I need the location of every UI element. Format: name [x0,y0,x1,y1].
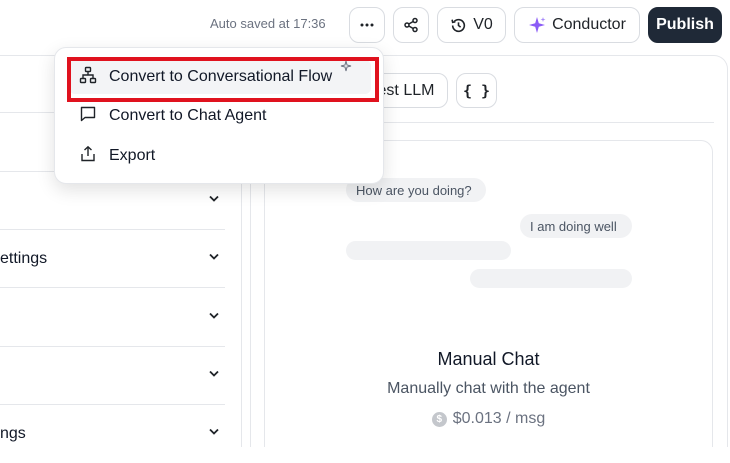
version-label: V0 [473,16,493,33]
settings-row[interactable] [0,289,225,347]
menu-item-convert-chat-agent[interactable]: Convert to Chat Agent [69,99,371,133]
share-button[interactable] [393,7,429,43]
more-options-button[interactable] [349,7,385,43]
json-view-button[interactable]: { } [456,73,497,108]
share-icon [403,17,419,33]
chevron-down-icon[interactable] [207,425,221,444]
manual-chat-card[interactable] [264,140,713,447]
autosave-status: Auto saved at 17:36 [210,16,326,31]
more-horizontal-icon [359,17,375,33]
sparkle-icon [340,59,352,77]
menu-item-label: Export [109,147,156,164]
settings-row[interactable] [0,347,225,405]
history-icon [450,17,467,34]
export-icon [79,145,97,168]
price-text: $0.013 / msg [452,410,546,427]
chat-bubble-icon [79,105,97,128]
settings-row[interactable]: ettings [0,230,225,288]
settings-row-label: ettings [0,249,48,267]
chat-bubble-agent: I am doing well [520,214,632,238]
more-options-menu: Convert to Conversational Flow Convert t… [54,47,384,184]
settings-row[interactable]: ngs [0,405,225,463]
settings-row-label: ngs [0,425,26,442]
coin-icon: $ [431,411,447,427]
menu-item-convert-conversational-flow[interactable]: Convert to Conversational Flow [69,60,371,94]
publish-button[interactable]: Publish [648,7,722,43]
sparkle-icon [528,16,546,34]
menu-item-export[interactable]: Export [69,139,371,173]
chevron-down-icon[interactable] [207,308,221,327]
menu-item-label: Convert to Chat Agent [109,107,267,124]
manual-chat-subtitle: Manually chat with the agent [387,380,590,397]
version-button[interactable]: V0 [437,7,506,43]
manual-chat-price: $ $0.013 / msg [264,410,713,428]
menu-item-label: Convert to Conversational Flow [109,68,333,85]
skeleton-line [346,241,511,260]
conductor-button[interactable]: Conductor [514,7,640,43]
conductor-label: Conductor [552,16,626,33]
chevron-down-icon[interactable] [207,249,221,268]
flow-tree-icon [79,66,97,89]
manual-chat-title: Manual Chat [437,349,540,369]
top-bar: Auto saved at 17:36 V0 Conductor Publish [0,0,730,48]
chevron-down-icon[interactable] [207,366,221,385]
skeleton-line [470,269,632,288]
chevron-down-icon[interactable] [207,191,221,210]
